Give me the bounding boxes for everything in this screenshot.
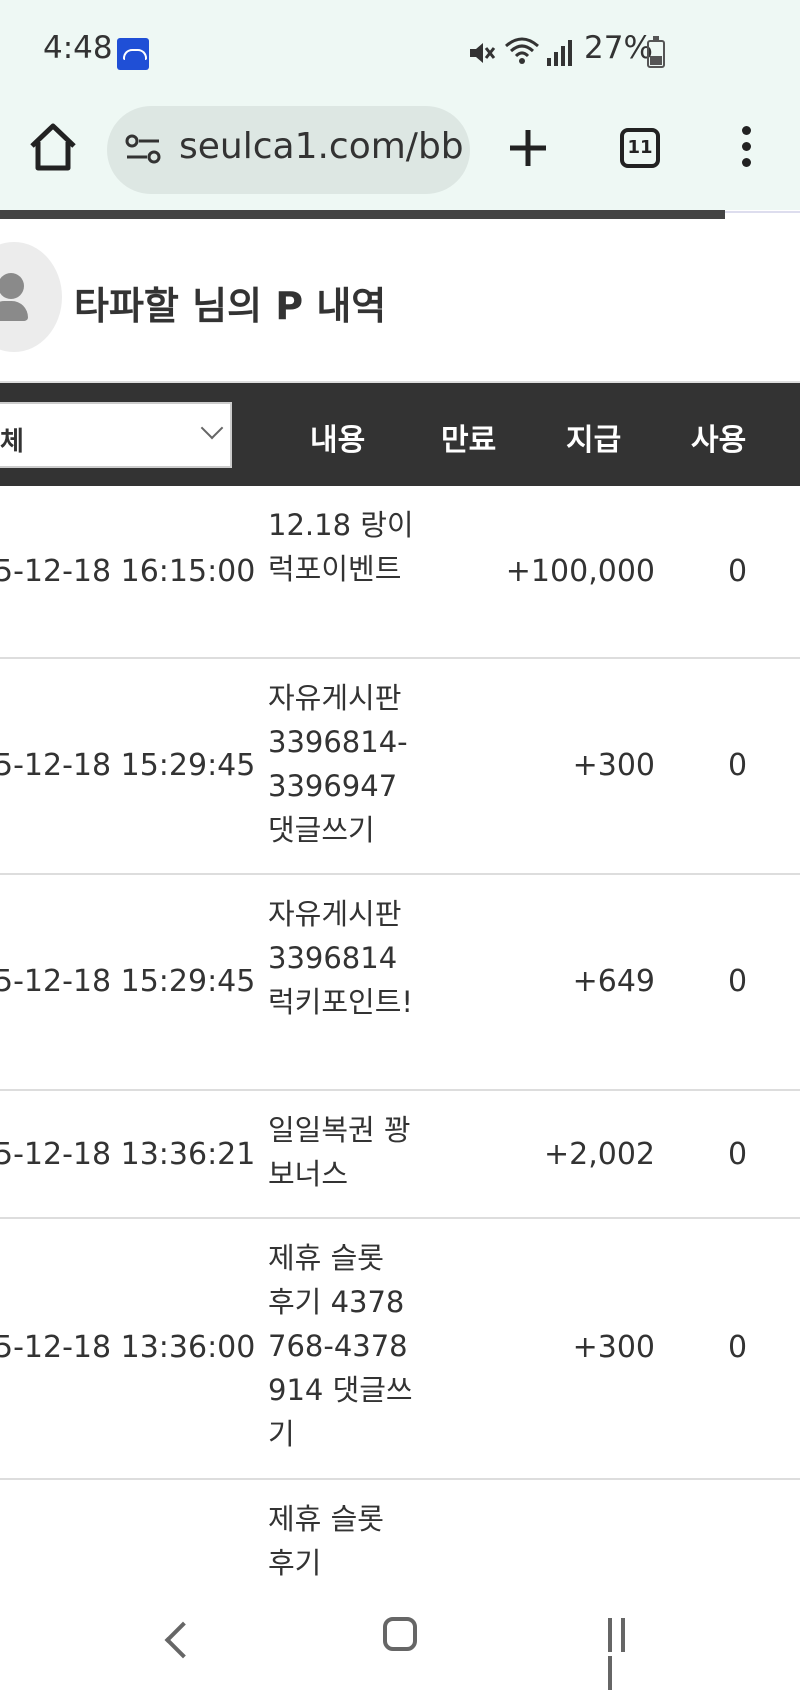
column-header-use: 사용 (691, 423, 747, 458)
row-give: +649 (572, 964, 655, 999)
row-give: +100,000 (505, 554, 655, 589)
filter-select-value: 체 (0, 427, 24, 457)
home-icon[interactable] (26, 120, 80, 174)
row-date: 5-12-18 15:29:45 (0, 748, 256, 783)
recents-icon[interactable] (608, 1618, 644, 1690)
row-use: 0 (728, 748, 748, 783)
overflow-menu-icon[interactable] (738, 126, 754, 172)
filter-select[interactable]: 체 (0, 402, 232, 468)
table-row: 5-12-18 15:29:45 자유게시판 3396814 럭키포인트! +6… (0, 875, 800, 1091)
mute-icon (470, 43, 496, 63)
tab-switcher-icon[interactable]: 11 (620, 128, 660, 168)
row-use: 0 (728, 964, 748, 999)
address-bar[interactable]: seulca1.com/bbs (107, 106, 470, 194)
row-date: 5-12-18 15:29:45 (0, 964, 256, 999)
column-header-give: 지급 (566, 423, 622, 458)
browser-toolbar: seulca1.com/bbs 11 (0, 100, 800, 210)
row-date: 5-12-18 13:36:00 (0, 1330, 256, 1365)
signal-icon (547, 40, 572, 66)
system-nav-bar (0, 1585, 800, 1690)
row-date: 5-12-18 16:15:00 (0, 554, 256, 589)
row-give: +2,002 (543, 1137, 655, 1172)
battery-icon (647, 36, 665, 68)
row-use: 0 (728, 554, 748, 589)
app-notification-icon (117, 38, 149, 70)
wifi-icon (505, 37, 539, 64)
table-row: 5-12-18 15:29:45 자유게시판 3396814-3396947 댓… (0, 659, 800, 875)
row-give: +300 (572, 748, 655, 783)
row-use: 0 (728, 1137, 748, 1172)
row-content: 일일복권 꽝 보너스 (268, 1113, 411, 1191)
row-content: 자유게시판 3396814 럭키포인트! (268, 897, 414, 1019)
row-date: 5-12-18 13:36:21 (0, 1137, 256, 1172)
row-use: 0 (728, 1330, 748, 1365)
status-time: 4:48 (43, 30, 113, 66)
chevron-down-icon (200, 416, 224, 440)
site-settings-icon[interactable] (125, 133, 161, 167)
table-row: 5-12-18 13:36:00 제휴 슬롯 후기 4378768-437891… (0, 1219, 800, 1480)
status-bar: 4:48 27% (0, 0, 800, 100)
url-text[interactable]: seulca1.com/bbs (179, 126, 464, 167)
battery-percent: 27% (584, 30, 653, 66)
page-title: 타파할 님의 P 내역 (74, 284, 387, 328)
row-content: 제휴 슬롯 후기 (268, 1502, 384, 1580)
table-header: 체 내용 만료 지급 사용 (0, 383, 800, 486)
row-content: 제휴 슬롯 후기 4378768-4378914 댓글쓰기 (268, 1241, 413, 1451)
column-header-expire: 만료 (441, 423, 497, 458)
page-top-strip (0, 210, 725, 219)
table-row: 5-12-18 16:15:00 12.18 랑이 럭포이벤트 +100,000… (0, 486, 800, 659)
back-icon[interactable] (164, 1621, 202, 1659)
table-row: 5-12-18 13:36:21 일일복권 꽝 보너스 +2,002 0 (0, 1091, 800, 1219)
new-tab-icon[interactable] (506, 126, 550, 170)
row-give: +300 (572, 1330, 655, 1365)
home-icon[interactable] (383, 1617, 417, 1651)
row-content: 자유게시판 3396814-3396947 댓글쓰기 (268, 681, 408, 847)
row-content: 12.18 랑이 럭포이벤트 (268, 508, 414, 586)
column-header-content: 내용 (310, 423, 366, 458)
